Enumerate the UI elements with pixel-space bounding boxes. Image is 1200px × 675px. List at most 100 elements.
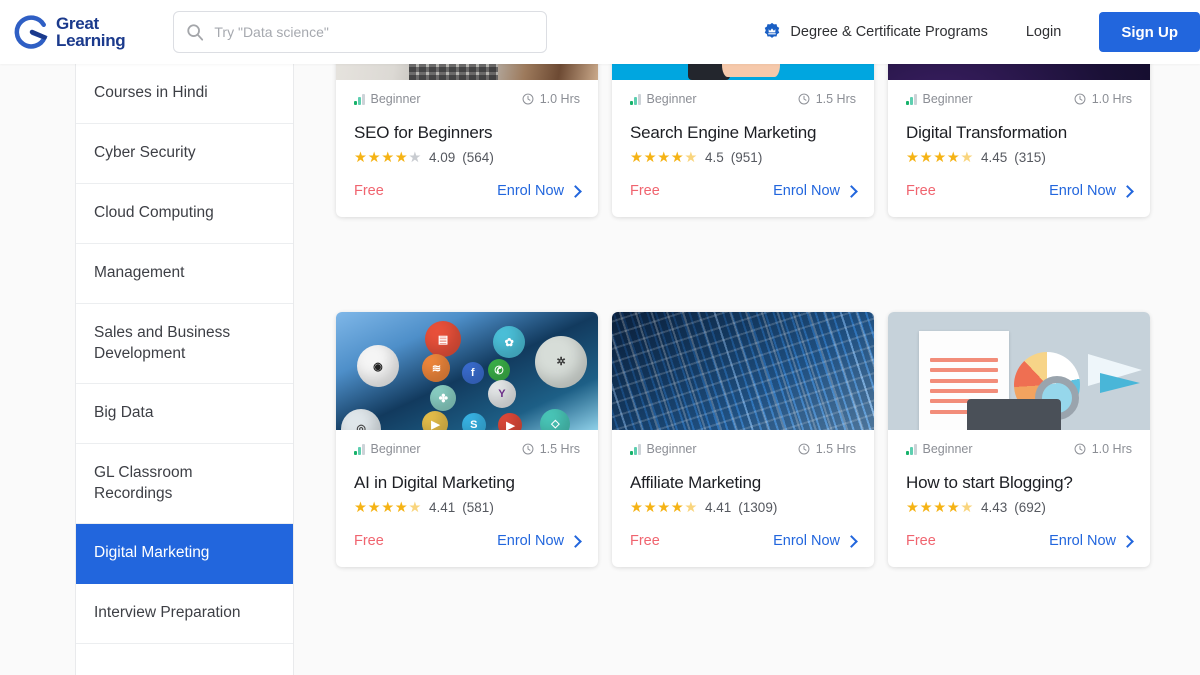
- course-rating: ★★★★★ 4.43 (692): [906, 500, 1132, 515]
- course-title[interactable]: SEO for Beginners: [354, 122, 580, 143]
- clock-icon: [1074, 443, 1086, 455]
- course-title[interactable]: Digital Transformation: [906, 122, 1132, 143]
- course-meta: Beginner 1.5 Hrs: [630, 92, 856, 106]
- rating-value: 4.43: [981, 500, 1008, 516]
- clock-icon: [1074, 93, 1086, 105]
- level-bars-icon: [906, 93, 917, 105]
- level-bars-icon: [906, 443, 917, 455]
- course-title[interactable]: How to start Blogging?: [906, 472, 1132, 493]
- review-count: (1309): [738, 500, 778, 516]
- great-learning-logo[interactable]: Great Learning: [14, 13, 126, 50]
- category-sidebar[interactable]: Courses in Hindi Cyber Security Cloud Co…: [75, 64, 294, 675]
- course-level-label: Beginner: [922, 442, 973, 456]
- course-card[interactable]: ◉ ▤ ≋ f ✆ ✿ ✲ ✤ Y ▶ S ▶ ◇ ◎ Beginner 1.5…: [336, 312, 598, 568]
- star-rating-icon: ★★★★★: [630, 149, 699, 166]
- course-level: Beginner: [354, 442, 421, 456]
- sidebar-item-cyber-security[interactable]: Cyber Security: [76, 124, 293, 184]
- logo-wordmark: Great Learning: [56, 13, 126, 50]
- review-count: (951): [730, 150, 763, 166]
- course-title[interactable]: Search Engine Marketing: [630, 122, 856, 143]
- course-duration-label: 1.5 Hrs: [815, 442, 856, 456]
- course-title[interactable]: Affiliate Marketing: [630, 472, 856, 493]
- course-level-label: Beginner: [646, 442, 697, 456]
- logo-line-1: Great: [56, 13, 99, 33]
- sidebar-item-big-data[interactable]: Big Data: [76, 384, 293, 444]
- chevron-right-icon: [845, 534, 858, 548]
- enrol-now-button[interactable]: Enrol Now: [497, 183, 582, 200]
- sidebar-item-management[interactable]: Management: [76, 244, 293, 304]
- sidebar-item-interview-preparation[interactable]: Interview Preparation: [76, 584, 293, 644]
- badge-icon: [762, 22, 782, 42]
- sidebar-item-sales-and-business-development[interactable]: Sales and Business Development: [76, 304, 293, 384]
- sidebar-item-digital-marketing[interactable]: Digital Marketing: [76, 524, 293, 584]
- course-duration-label: 1.0 Hrs: [1091, 92, 1132, 106]
- header-actions: Degree & Certificate Programs Login Sign…: [762, 0, 1200, 64]
- course-price: Free: [630, 183, 660, 200]
- star-rating-icon: ★★★★★: [354, 149, 423, 166]
- clock-icon: [522, 443, 534, 455]
- course-level-label: Beginner: [922, 92, 973, 106]
- chevron-right-icon: [845, 184, 858, 198]
- course-thumbnail: [612, 312, 874, 430]
- rating-value: 4.09: [429, 150, 456, 166]
- course-meta: Beginner 1.0 Hrs: [906, 92, 1132, 106]
- course-level: Beginner: [354, 92, 421, 106]
- course-duration-label: 1.0 Hrs: [539, 92, 580, 106]
- course-card-footer: Free Enrol Now: [888, 515, 1150, 567]
- star-rating-icon: ★★★★★: [630, 499, 699, 516]
- star-rating-icon: ★★★★★: [906, 499, 975, 516]
- enrol-now-label: Enrol Now: [1049, 183, 1116, 200]
- star-rating-icon: ★★★★★: [354, 499, 423, 516]
- rating-value: 4.41: [705, 500, 732, 516]
- course-card-footer: Free Enrol Now: [336, 165, 598, 217]
- chevron-right-icon: [1121, 534, 1134, 548]
- level-bars-icon: [630, 93, 641, 105]
- enrol-now-button[interactable]: Enrol Now: [497, 533, 582, 549]
- course-level-label: Beginner: [370, 92, 421, 106]
- signup-button[interactable]: Sign Up: [1099, 12, 1200, 52]
- search-icon: [186, 23, 204, 41]
- enrol-now-button[interactable]: Enrol Now: [773, 533, 858, 550]
- course-duration: 1.5 Hrs: [522, 442, 580, 456]
- course-meta: Beginner 1.5 Hrs: [630, 442, 856, 456]
- course-card-footer: Free Enrol Now: [336, 515, 598, 567]
- rating-value: 4.41: [429, 500, 456, 516]
- review-count: (315): [1014, 150, 1046, 166]
- enrol-now-label: Enrol Now: [773, 183, 840, 200]
- course-duration: 1.0 Hrs: [522, 92, 580, 106]
- search-input[interactable]: [214, 12, 535, 52]
- sidebar-item-cloud-computing[interactable]: Cloud Computing: [76, 184, 293, 244]
- course-duration-label: 1.0 Hrs: [1091, 442, 1132, 456]
- chevron-right-icon: [1121, 184, 1134, 198]
- course-title[interactable]: AI in Digital Marketing: [354, 472, 580, 493]
- course-price: Free: [630, 533, 660, 550]
- logo-line-2: Learning: [56, 31, 126, 50]
- course-rating: ★★★★★ 4.45 (315): [906, 150, 1132, 165]
- course-level: Beginner: [906, 92, 973, 106]
- clock-icon: [798, 443, 810, 455]
- course-duration: 1.0 Hrs: [1074, 442, 1132, 456]
- course-duration-label: 1.5 Hrs: [815, 92, 856, 106]
- login-link[interactable]: Login: [1026, 24, 1061, 40]
- clock-icon: [522, 93, 534, 105]
- page-root: Great Learning Degree: [0, 0, 1200, 675]
- enrol-now-label: Enrol Now: [1049, 533, 1116, 550]
- enrol-now-label: Enrol Now: [773, 533, 840, 550]
- course-row-2: ◉ ▤ ≋ f ✆ ✿ ✲ ✤ Y ▶ S ▶ ◇ ◎ Beginner 1.5…: [336, 312, 1150, 568]
- enrol-now-button[interactable]: Enrol Now: [1049, 183, 1134, 200]
- sidebar-item-courses-in-hindi[interactable]: Courses in Hindi: [76, 64, 293, 124]
- course-level: Beginner: [630, 92, 697, 106]
- search-bar[interactable]: [173, 11, 548, 53]
- course-level: Beginner: [630, 442, 697, 456]
- sidebar-item-gl-classroom-recordings[interactable]: GL Classroom Recordings: [76, 444, 293, 524]
- course-card-footer: Free Enrol Now: [888, 165, 1150, 217]
- course-duration: 1.0 Hrs: [1074, 92, 1132, 106]
- enrol-now-button[interactable]: Enrol Now: [773, 183, 858, 200]
- course-card[interactable]: Beginner 1.0 Hrs How to start Blogging? …: [888, 312, 1150, 568]
- course-card[interactable]: Beginner 1.5 Hrs Affiliate Marketing ★★★…: [612, 312, 874, 568]
- review-count: (564): [462, 150, 494, 166]
- level-bars-icon: [354, 443, 365, 455]
- enrol-now-label: Enrol Now: [497, 183, 564, 200]
- degree-programs-link[interactable]: Degree & Certificate Programs: [762, 22, 988, 42]
- enrol-now-button[interactable]: Enrol Now: [1049, 533, 1134, 550]
